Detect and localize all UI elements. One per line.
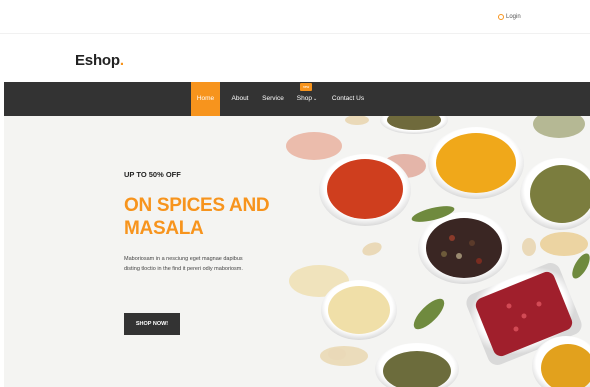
top-bar: Login bbox=[0, 0, 590, 34]
headline-line-1: ON SPICES AND bbox=[124, 195, 270, 216]
site-logo[interactable]: Eshop. bbox=[75, 52, 124, 69]
sale-label: UP TO 50% OFF bbox=[124, 170, 181, 179]
nav-item-home[interactable]: Home bbox=[191, 82, 220, 116]
spices-image bbox=[4, 116, 590, 387]
login-label: Login bbox=[506, 14, 521, 20]
new-badge: new bbox=[300, 83, 312, 91]
nav-label-about: About bbox=[231, 95, 249, 102]
logo-text: Eshop bbox=[75, 52, 120, 69]
nav-label-shop: Shop bbox=[296, 95, 312, 102]
shop-now-button[interactable]: SHOP NOW! bbox=[124, 313, 180, 335]
nav-label-home: Home bbox=[196, 95, 215, 102]
user-circle-icon bbox=[498, 14, 504, 20]
logo-dot: . bbox=[119, 52, 124, 69]
chevron-down-icon: ⌄ bbox=[312, 96, 318, 102]
nav-item-about[interactable]: About bbox=[227, 82, 253, 116]
nav-item-contact[interactable]: Contact Us bbox=[327, 82, 369, 116]
hero-description: Maboriosam in a nesciung eget magnae dap… bbox=[124, 256, 243, 272]
hero-banner: UP TO 50% OFF ON SPICES AND MASALA Mabor… bbox=[4, 116, 590, 387]
nav-item-service[interactable]: Service bbox=[259, 82, 287, 116]
headline-line-2: MASALA bbox=[124, 218, 204, 239]
nav-label-service: Service bbox=[262, 95, 284, 102]
login-link[interactable]: Login bbox=[498, 14, 521, 20]
nav-label-contact: Contact Us bbox=[331, 95, 365, 102]
main-navbar: Home About Service Shop⌄ new Contact Us bbox=[4, 82, 590, 116]
hero-headline: ON SPICES AND MASALA bbox=[124, 194, 270, 240]
